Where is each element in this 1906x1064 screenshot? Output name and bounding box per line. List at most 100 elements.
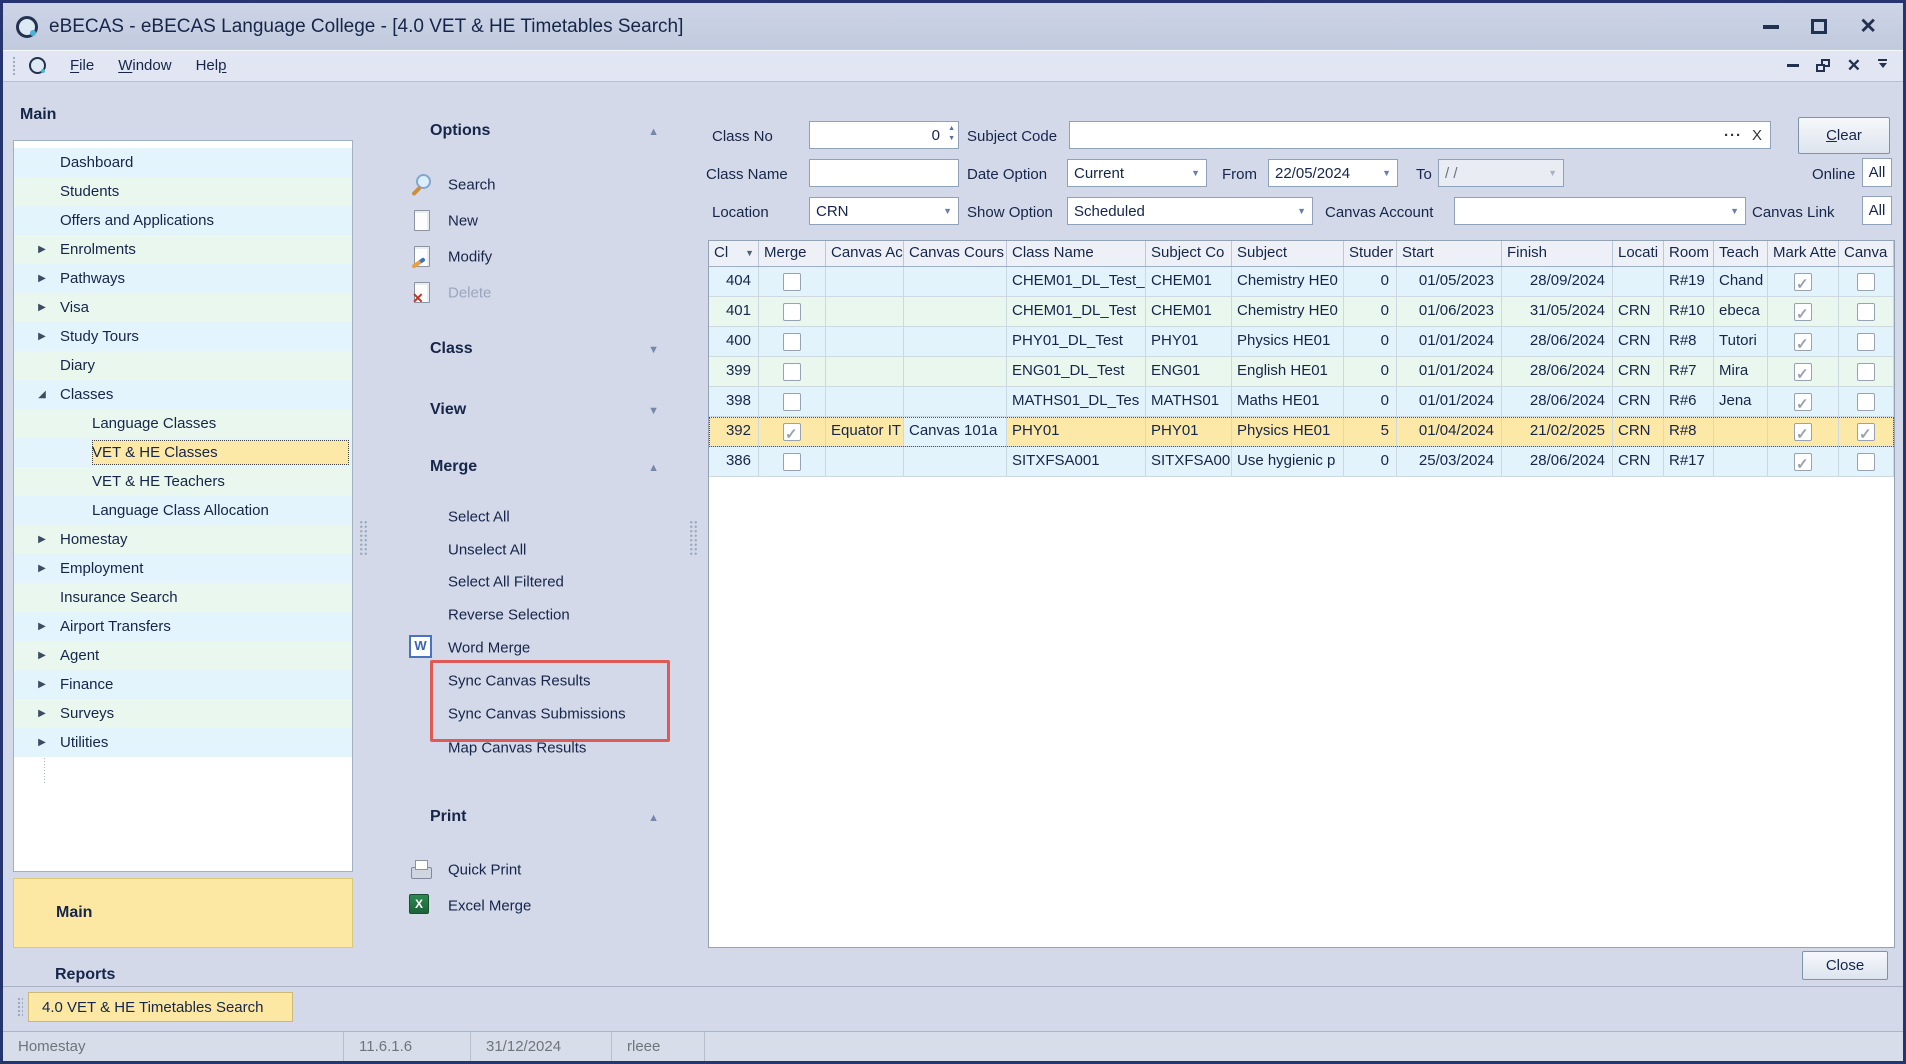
minimize-icon[interactable] [1763,25,1779,29]
sidebar-item-utilities[interactable]: ▶Utilities [14,728,352,757]
menu-item-file[interactable]: File [70,57,94,74]
column-header-class-name[interactable]: Class Name [1007,241,1146,266]
toolbar-grip[interactable] [12,56,17,76]
sidebar-item-insurance-search[interactable]: Insurance Search [14,583,352,612]
checkbox-checked[interactable] [1794,453,1812,471]
tab-grip[interactable] [17,997,23,1017]
checkbox-checked[interactable] [1794,273,1812,291]
close-button[interactable]: Close [1802,951,1888,980]
checkbox-checked[interactable] [1857,423,1875,441]
sidebar-item-offers-and-applications[interactable]: Offers and Applications [14,206,352,235]
panel-item-map-canvas-results[interactable]: Map Canvas Results [353,734,695,762]
panel-item-unselect-all[interactable]: Unselect All [353,536,695,564]
sidebar-item-finance[interactable]: ▶Finance [14,670,352,699]
column-header-room[interactable]: Room [1664,241,1714,266]
collapse-icon[interactable]: ◢ [35,389,49,400]
panel-item-quick-print[interactable]: Quick Print [353,856,695,884]
checkbox-unchecked[interactable] [783,303,801,321]
checkbox-unchecked[interactable] [1857,273,1875,291]
section-header-view[interactable]: View▼ [353,401,695,425]
date-option-select[interactable]: Current ▼ [1067,159,1207,187]
section-header-print[interactable]: Print▲ [353,808,695,832]
expand-icon[interactable]: ▶ [35,563,49,574]
section-header-options[interactable]: Options▲ [353,122,695,146]
checkbox-unchecked[interactable] [1857,333,1875,351]
expand-icon[interactable]: ▶ [35,737,49,748]
sidebar-item-surveys[interactable]: ▶Surveys [14,699,352,728]
checkbox-unchecked[interactable] [783,363,801,381]
column-header-start[interactable]: Start [1397,241,1502,266]
location-select[interactable]: CRN ▼ [809,197,959,225]
checkbox-checked[interactable] [1794,303,1812,321]
from-date-select[interactable]: 22/05/2024 ▼ [1268,159,1398,187]
panel-item-search[interactable]: Search [353,171,695,199]
checkbox-unchecked[interactable] [1857,363,1875,381]
expand-icon[interactable]: ▶ [35,679,49,690]
expand-icon[interactable]: ▶ [35,708,49,719]
checkbox-checked[interactable] [783,423,801,441]
panel-item-select-all[interactable]: Select All [353,503,695,531]
column-header-canvas-ac[interactable]: Canvas Ac [826,241,904,266]
online-all-box[interactable]: All [1862,158,1892,187]
column-header-subject[interactable]: Subject [1232,241,1344,266]
panel-item-reverse-selection[interactable]: Reverse Selection [353,601,695,629]
column-header-teach[interactable]: Teach [1714,241,1768,266]
browse-ellipsis-button[interactable]: ··· [1724,127,1752,144]
table-row-401[interactable]: 401CHEM01_DL_TestCHEM01Chemistry HE0001/… [709,297,1894,327]
expand-icon[interactable]: ▶ [35,621,49,632]
mdi-restore-icon[interactable] [1816,59,1830,72]
panel-item-sync-canvas-submissions[interactable]: Sync Canvas Submissions [353,700,695,728]
section-header-class[interactable]: Class▼ [353,340,695,364]
column-header-mark-atte[interactable]: Mark Atte [1768,241,1839,266]
checkbox-unchecked[interactable] [1857,393,1875,411]
sidebar-item-students[interactable]: Students [14,177,352,206]
expand-icon[interactable]: ▶ [35,331,49,342]
column-header-canva[interactable]: Canva [1839,241,1894,266]
panel-item-excel-merge[interactable]: Excel Merge [353,892,695,920]
sidebar-item-study-tours[interactable]: ▶Study Tours [14,322,352,351]
checkbox-checked[interactable] [1794,423,1812,441]
column-header-subject-co[interactable]: Subject Co [1146,241,1232,266]
table-row-404[interactable]: 404CHEM01_DL_Test_CHEM01Chemistry HE0001… [709,267,1894,297]
sidebar-item-visa[interactable]: ▶Visa [14,293,352,322]
checkbox-unchecked[interactable] [783,333,801,351]
expand-icon[interactable]: ▶ [35,650,49,661]
checkbox-unchecked[interactable] [783,273,801,291]
expand-icon[interactable]: ▶ [35,273,49,284]
table-row-399[interactable]: 399ENG01_DL_TestENG01English HE01001/01/… [709,357,1894,387]
class-no-input[interactable]: 0 ▲▼ [809,121,959,149]
maximize-icon[interactable] [1811,19,1827,34]
sidebar-item-pathways[interactable]: ▶Pathways [14,264,352,293]
column-header-cl[interactable]: Cl▼ [709,241,759,266]
sidebar-item-classes[interactable]: ◢Classes [14,380,352,409]
expand-icon[interactable]: ▶ [35,302,49,313]
sidebar-item-dashboard[interactable]: Dashboard [14,148,352,177]
expand-icon[interactable]: ▶ [35,244,49,255]
sidebar-item-diary[interactable]: Diary [14,351,352,380]
mdi-close-icon[interactable]: ✕ [1847,59,1861,72]
checkbox-unchecked[interactable] [783,393,801,411]
sidebar-item-vet-he-classes[interactable]: VET & HE Classes [14,438,352,467]
clear-field-x-button[interactable]: X [1752,127,1770,144]
sidebar-item-homestay[interactable]: ▶Homestay [14,525,352,554]
checkbox-unchecked[interactable] [783,453,801,471]
sidebar-item-language-classes[interactable]: Language Classes [14,409,352,438]
column-header-finish[interactable]: Finish [1502,241,1613,266]
subject-code-input[interactable]: ··· X [1069,121,1771,149]
menu-item-window[interactable]: Window [118,57,171,74]
menu-item-help[interactable]: Help [196,57,227,74]
main-nav-button[interactable]: Main [13,878,353,948]
column-header-merge[interactable]: Merge [759,241,826,266]
sidebar-item-enrolments[interactable]: ▶Enrolments [14,235,352,264]
class-name-input[interactable] [809,159,959,187]
table-row-386[interactable]: 386SITXFSA001SITXFSA00Use hygienic p025/… [709,447,1894,477]
checkbox-checked[interactable] [1794,393,1812,411]
column-header-canvas-cours[interactable]: Canvas Cours [904,241,1007,266]
sidebar-item-vet-he-teachers[interactable]: VET & HE Teachers [14,467,352,496]
checkbox-unchecked[interactable] [1857,303,1875,321]
table-row-392[interactable]: 392Equator ITCanvas 101aPHY01PHY01Physic… [709,417,1894,447]
panel-item-word-merge[interactable]: Word Merge [353,634,695,662]
close-icon[interactable]: ✕ [1859,19,1877,35]
table-row-398[interactable]: 398MATHS01_DL_TesMATHS01Maths HE01001/01… [709,387,1894,417]
show-option-select[interactable]: Scheduled ▼ [1067,197,1313,225]
